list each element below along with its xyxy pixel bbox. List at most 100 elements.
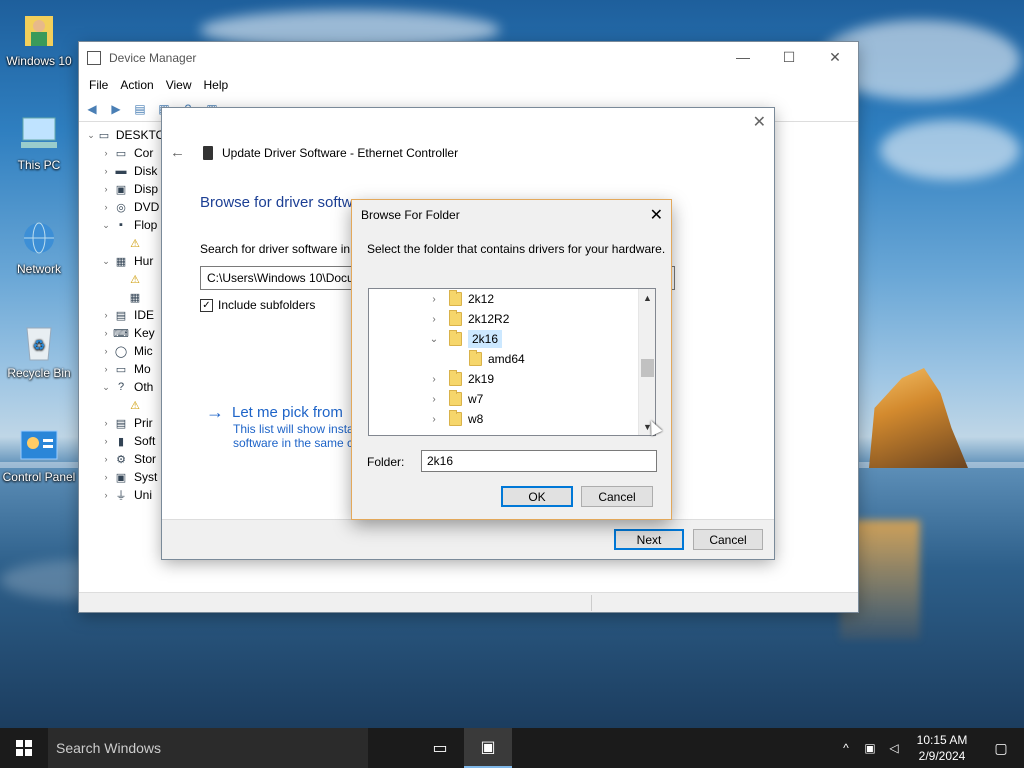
menu-view[interactable]: View	[160, 78, 198, 92]
scrollbar-thumb[interactable]	[641, 359, 654, 377]
cancel-button[interactable]: Cancel	[581, 486, 653, 507]
chevron-right-icon[interactable]: ›	[99, 346, 113, 356]
tree-item[interactable]: ⌄? Oth	[85, 378, 165, 396]
computer-icon: ▭	[98, 129, 110, 142]
tree-item[interactable]: › ▤ IDE	[85, 306, 165, 324]
taskbar-search-box[interactable]: Search Windows	[48, 728, 368, 768]
properties-icon[interactable]: ▤	[131, 101, 149, 117]
tree-label: Soft	[134, 434, 156, 448]
folder-tree[interactable]: › 2k12 › 2k12R2 ⌄ 2k16 amd64 › 2k19 › w7	[368, 288, 656, 436]
tree-label: Hur	[134, 254, 154, 268]
tree-item[interactable]: › ▮ Soft	[85, 432, 165, 450]
close-icon[interactable]: ✕	[812, 42, 858, 72]
folder-input[interactable]: 2k16	[421, 450, 657, 472]
chevron-right-icon[interactable]: ›	[99, 490, 113, 500]
chevron-right-icon[interactable]: ›	[99, 454, 113, 464]
desktop-icon-windows10[interactable]: Windows 10	[0, 10, 78, 68]
folder-item-2k12r2[interactable]: › 2k12R2	[427, 309, 509, 329]
folder-item-w7[interactable]: › w7	[427, 389, 483, 409]
menu-help[interactable]: Help	[198, 78, 235, 92]
chevron-down-icon[interactable]: ⌄	[99, 256, 113, 267]
chevron-down-icon[interactable]: ⌄	[85, 130, 97, 141]
control-panel-icon	[19, 426, 59, 466]
checkmark-icon[interactable]: ✓	[200, 298, 213, 312]
tree-item[interactable]: ▦	[85, 288, 165, 306]
minimize-icon[interactable]: —	[720, 42, 766, 72]
desktop-icon-this-pc[interactable]: This PC	[0, 114, 78, 172]
tree-item[interactable]: › ⌨ Key	[85, 324, 165, 342]
chevron-right-icon[interactable]: ›	[427, 414, 441, 425]
tree-label: Mo	[134, 362, 151, 376]
tree-item[interactable]: › ⏚ Uni	[85, 486, 165, 504]
system-icon: ▣	[115, 471, 127, 484]
ide-icon: ▤	[115, 309, 127, 322]
task-view-icon[interactable]: ▭	[416, 728, 464, 768]
pick-driver-link-text[interactable]: Let me pick from	[232, 404, 343, 421]
tree-item[interactable]: › ▭ Cor	[85, 144, 165, 162]
chevron-right-icon[interactable]: ›	[427, 394, 441, 405]
menu-action[interactable]: Action	[114, 78, 159, 92]
tree-item[interactable]: › ▬ Disk	[85, 162, 165, 180]
tree-item[interactable]: › ◎ DVD	[85, 198, 165, 216]
chevron-down-icon[interactable]: ⌄	[427, 334, 441, 345]
close-icon[interactable]: ✕	[650, 205, 663, 225]
include-subfolders-checkbox[interactable]: ✓ Include subfolders	[200, 298, 315, 312]
folder-item-amd64[interactable]: amd64	[447, 349, 525, 369]
tree-item[interactable]: › ⚙ Stor	[85, 450, 165, 468]
chevron-right-icon[interactable]: ›	[99, 436, 113, 446]
tree-item[interactable]: › ▭ Mo	[85, 360, 165, 378]
desktop-icon-label: Windows 10	[6, 54, 72, 68]
device-manager-taskbar-icon[interactable]: ▣	[464, 728, 512, 768]
tree-item[interactable]: ⚠	[85, 234, 165, 252]
folder-item-2k16[interactable]: ⌄ 2k16	[427, 329, 503, 349]
volume-muted-icon[interactable]: ◁	[882, 741, 906, 755]
forward-arrow-icon[interactable]: ▶	[107, 101, 125, 117]
chevron-right-icon[interactable]: ›	[427, 294, 441, 305]
scroll-up-icon[interactable]: ▲	[639, 289, 655, 306]
desktop-icon-control-panel[interactable]: Control Panel	[0, 426, 78, 484]
chevron-right-icon[interactable]: ›	[99, 148, 113, 158]
chevron-right-icon[interactable]: ›	[427, 374, 441, 385]
chevron-right-icon[interactable]: ›	[99, 364, 113, 374]
chevron-right-icon[interactable]: ›	[99, 418, 113, 428]
menu-file[interactable]: File	[83, 78, 114, 92]
tree-item[interactable]: ⌄ ▦ Hur	[85, 252, 165, 270]
warning-icon: ⚠	[130, 237, 140, 250]
chevron-down-icon[interactable]: ⌄	[99, 220, 113, 231]
chevron-right-icon[interactable]: ›	[99, 472, 113, 482]
ok-button[interactable]: OK	[501, 486, 573, 507]
chevron-right-icon[interactable]: ›	[99, 310, 113, 320]
close-icon[interactable]: ✕	[753, 112, 766, 132]
cancel-button[interactable]: Cancel	[693, 529, 763, 550]
tree-item[interactable]: › ◯ Mic	[85, 342, 165, 360]
notifications-icon[interactable]: ▢	[978, 728, 1024, 768]
vertical-scrollbar[interactable]: ▲ ▼	[638, 289, 655, 435]
back-arrow-icon[interactable]: ◀	[83, 101, 101, 117]
clock[interactable]: 10:15 AM 2/9/2024	[906, 732, 978, 764]
desktop-icon-recycle-bin[interactable]: ♻ Recycle Bin	[0, 322, 78, 380]
desktop-icon-network[interactable]: Network	[0, 218, 78, 276]
folder-item-2k19[interactable]: › 2k19	[427, 369, 494, 389]
chevron-right-icon[interactable]: ›	[99, 166, 113, 176]
chevron-right-icon[interactable]: ›	[99, 184, 113, 194]
chevron-up-icon[interactable]: ^	[834, 741, 858, 755]
tree-item[interactable]: › ▤ Prir	[85, 414, 165, 432]
chevron-right-icon[interactable]: ›	[99, 328, 113, 338]
maximize-icon[interactable]: ☐	[766, 42, 812, 72]
back-arrow-icon[interactable]: ←	[170, 144, 185, 161]
tree-item[interactable]: ⚠	[85, 396, 165, 414]
chevron-right-icon[interactable]: ›	[427, 314, 441, 325]
chevron-down-icon[interactable]: ⌄	[99, 382, 113, 393]
tree-item[interactable]: ⌄ ▪ Flop	[85, 216, 165, 234]
tree-item[interactable]: ⚠	[85, 270, 165, 288]
pick-driver-link[interactable]: → Let me pick from	[206, 402, 343, 423]
next-button[interactable]: Next	[614, 529, 684, 550]
folder-item-2k12[interactable]: › 2k12	[427, 289, 494, 309]
chevron-right-icon[interactable]: ›	[99, 202, 113, 212]
network-error-icon[interactable]: ▣	[858, 741, 882, 755]
start-button[interactable]	[0, 728, 48, 768]
tree-root[interactable]: ⌄ ▭ DESKTO	[85, 126, 165, 144]
tree-item[interactable]: › ▣ Syst	[85, 468, 165, 486]
folder-item-w8[interactable]: › w8	[427, 409, 483, 429]
tree-item[interactable]: › ▣ Disp	[85, 180, 165, 198]
